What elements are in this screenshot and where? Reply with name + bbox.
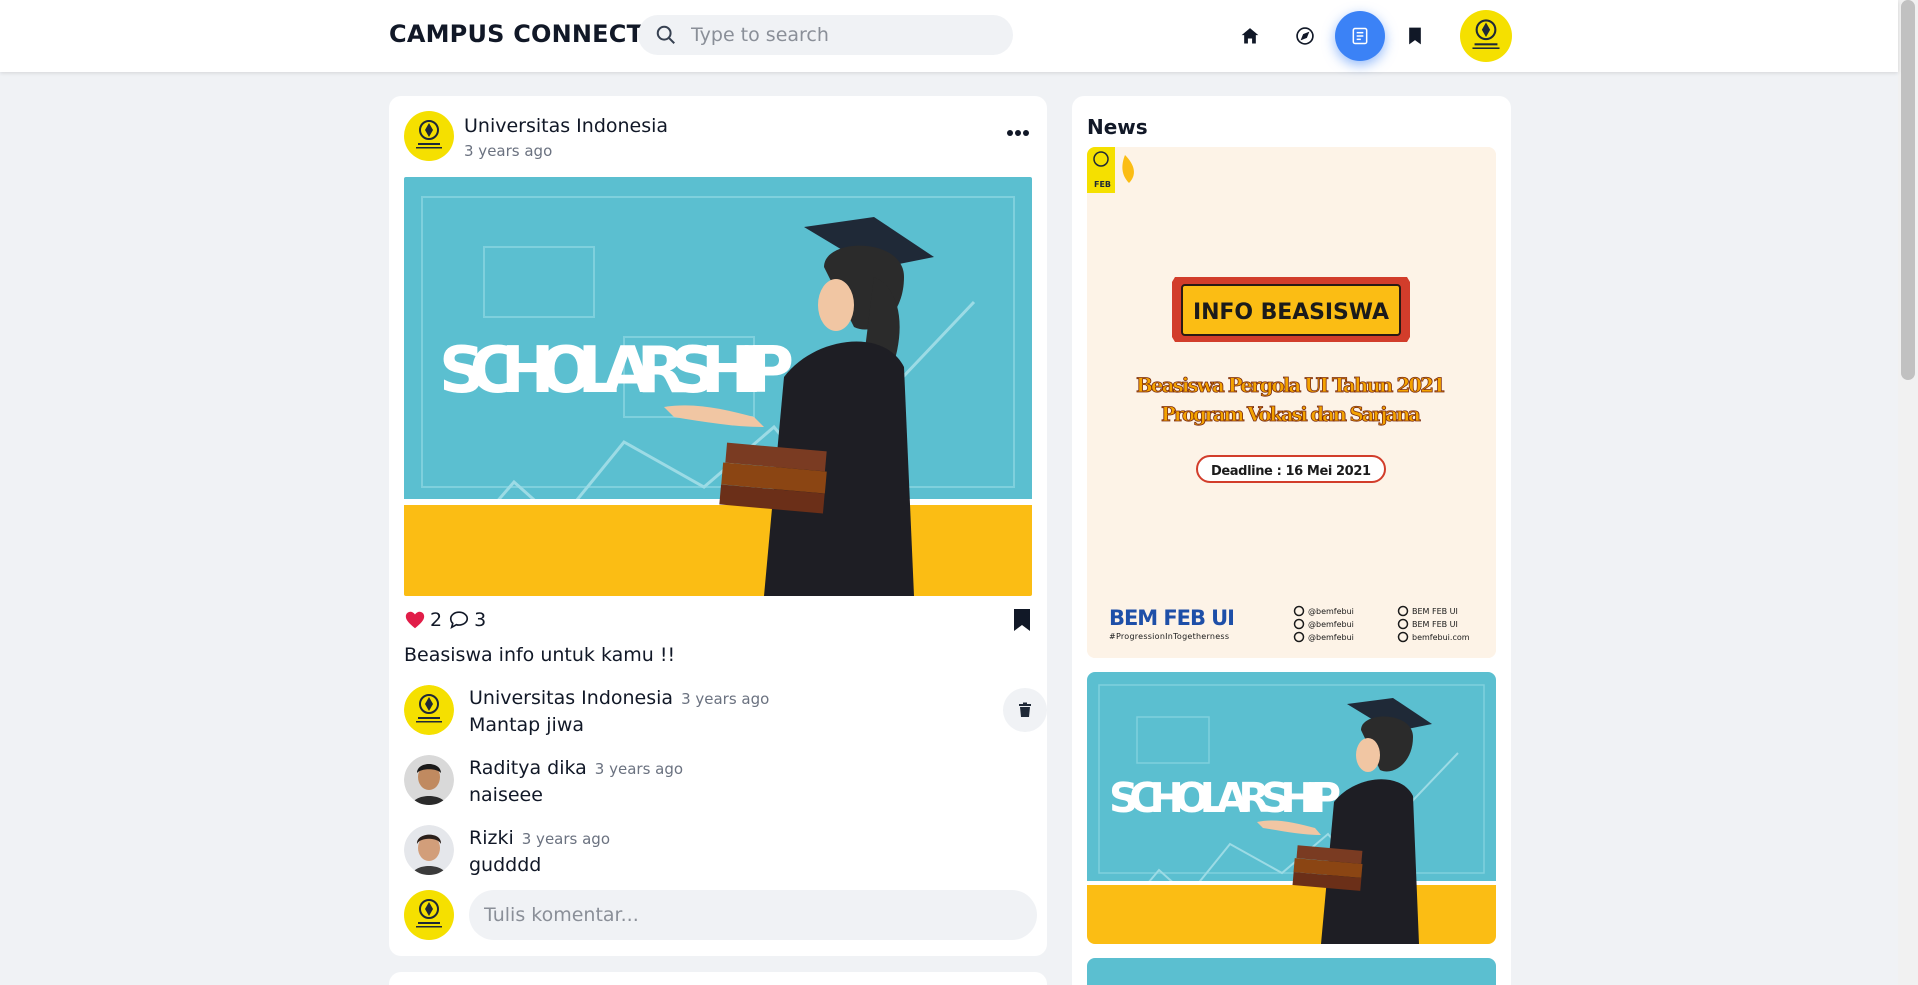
author-avatar[interactable] — [404, 111, 454, 161]
post-header — [404, 111, 454, 165]
bookmark-icon — [1409, 27, 1421, 45]
commenter-name[interactable]: Raditya dika — [469, 757, 587, 779]
post-author-name[interactable]: Universitas Indonesia — [464, 115, 668, 137]
news-panel: News FEB INFO BEASISWA Beasiswa Pergola … — [1072, 96, 1511, 985]
poster-deadline: Deadline : 16 Mei 2021 — [1211, 464, 1371, 479]
comment-input[interactable] — [469, 890, 1037, 940]
trash-icon — [1019, 702, 1031, 717]
post-caption: Beasiswa info untuk kamu !! — [404, 644, 676, 666]
poster-org: BEM FEB UI — [1109, 606, 1235, 630]
post-timestamp: 3 years ago — [464, 142, 553, 160]
post-image[interactable]: SCHOLARSHIP — [404, 177, 1032, 596]
poster-badge: FEB — [1094, 180, 1111, 189]
post-actions: 2 3 — [404, 609, 492, 631]
commenter-name[interactable]: Rizki — [469, 827, 514, 849]
comment-text: gudddd — [469, 854, 542, 876]
comment-text: Mantap jiwa — [469, 714, 585, 736]
poster-line-2: Program Vokasi dan Sarjana — [1161, 402, 1421, 426]
commenter-avatar[interactable] — [404, 755, 454, 805]
scholarship-illustration: SCHOLARSHIP — [404, 177, 1032, 596]
commenter-avatar[interactable] — [404, 825, 454, 875]
social-handle: BEM FEB UI — [1412, 620, 1458, 629]
news-item-next[interactable] — [1087, 958, 1496, 985]
comment-icon[interactable] — [448, 609, 470, 631]
delete-comment-button[interactable] — [1003, 688, 1047, 732]
news-item-scholarship[interactable]: SCHOLARSHIP — [1087, 672, 1496, 944]
commenter-avatar[interactable] — [404, 685, 454, 735]
search-input[interactable] — [691, 24, 991, 46]
like-count: 2 — [430, 609, 443, 631]
scrollbar-thumb[interactable] — [1901, 0, 1915, 380]
image-headline: SCHOLARSHIP — [439, 334, 794, 408]
next-post-card — [389, 972, 1047, 985]
post-card: Universitas Indonesia 3 years ago SCHOLA… — [389, 96, 1047, 956]
comment-text: naiseee — [469, 784, 543, 806]
top-navbar: CAMPUS CONNECT — [0, 0, 1898, 72]
social-handle: bemfebui.com — [1412, 633, 1470, 642]
news-button[interactable] — [1335, 11, 1385, 61]
home-button[interactable] — [1225, 11, 1275, 61]
thumbnail-headline: SCHOLARSHIP — [1109, 774, 1341, 822]
comment-timestamp: 3 years ago — [594, 760, 684, 778]
social-handle: @bemfebui — [1308, 633, 1354, 642]
news-icon — [1352, 27, 1368, 45]
comment-timestamp: 3 years ago — [681, 690, 770, 708]
profile-avatar[interactable] — [1460, 10, 1512, 62]
poster-heading: INFO BEASISWA — [1193, 300, 1389, 325]
news-heading: News — [1087, 115, 1148, 139]
social-handle: @bemfebui — [1308, 607, 1354, 616]
heart-icon[interactable] — [404, 609, 426, 631]
saved-button[interactable] — [1390, 11, 1440, 61]
beasiswa-poster: FEB INFO BEASISWA Beasiswa Pergola UI Ta… — [1087, 147, 1496, 658]
compass-icon — [1296, 27, 1314, 45]
comment-timestamp: 3 years ago — [521, 830, 610, 848]
poster-line-1: Beasiswa Pergola UI Tahun 2021 — [1136, 373, 1446, 397]
comment-count: 3 — [474, 609, 487, 631]
current-user-avatar — [404, 890, 454, 940]
search-bar[interactable] — [638, 15, 1013, 55]
commenter-name[interactable]: Universitas Indonesia — [469, 687, 673, 709]
search-icon — [656, 25, 675, 44]
poster-tagline: #ProgressionInTogetherness — [1109, 632, 1229, 641]
social-handle: BEM FEB UI — [1412, 607, 1458, 616]
explore-button[interactable] — [1280, 11, 1330, 61]
more-options-icon[interactable] — [1005, 126, 1031, 140]
social-handle: @bemfebui — [1308, 620, 1354, 629]
home-icon — [1241, 28, 1259, 44]
save-post-icon[interactable] — [1013, 608, 1031, 632]
brand-logo[interactable]: CAMPUS CONNECT — [389, 20, 643, 48]
news-item-beasiswa-poster[interactable]: FEB INFO BEASISWA Beasiswa Pergola UI Ta… — [1087, 147, 1496, 658]
scholarship-thumbnail: SCHOLARSHIP — [1087, 672, 1496, 944]
